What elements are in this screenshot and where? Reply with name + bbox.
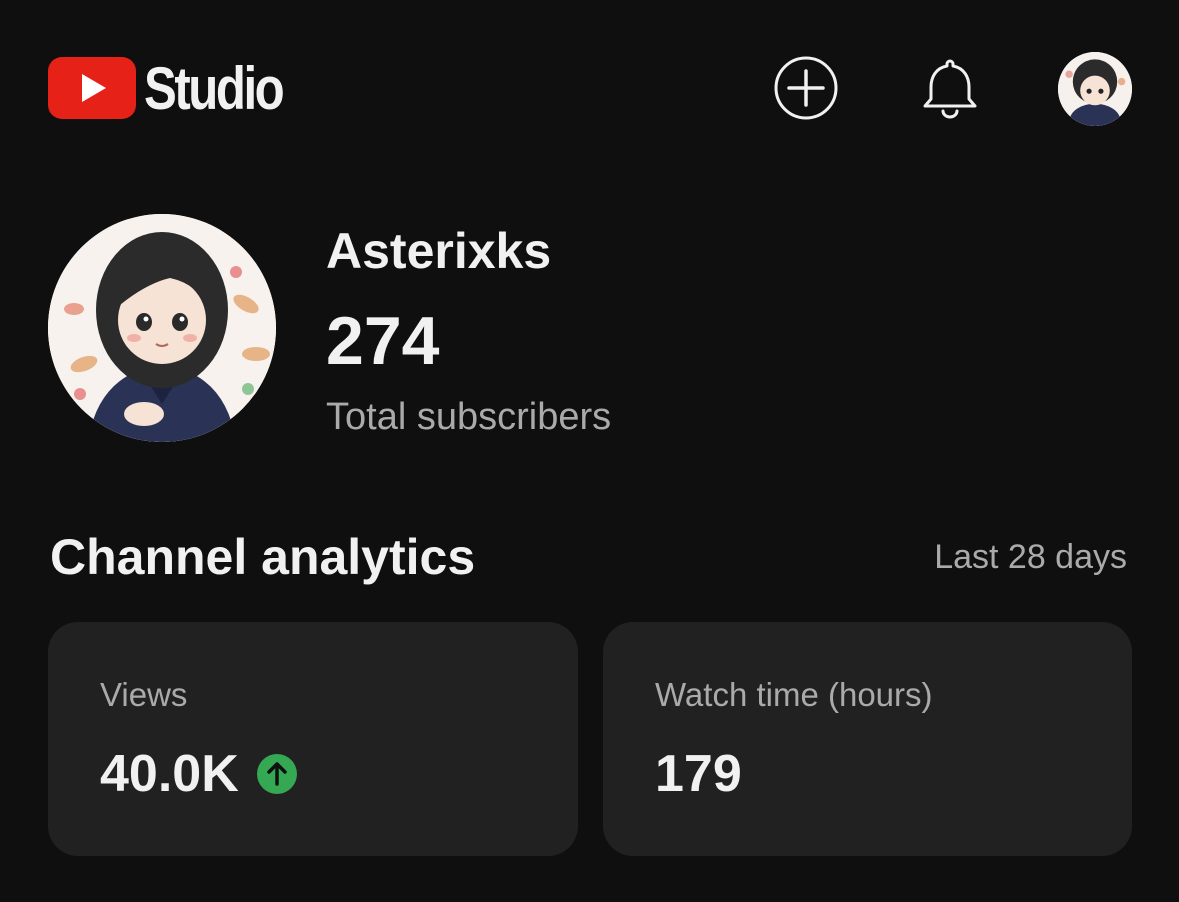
watch-time-value-row: 179	[655, 744, 742, 804]
bell-icon	[923, 59, 977, 119]
account-avatar-image	[1058, 52, 1132, 126]
logo-text: Studio	[144, 54, 285, 122]
notifications-button[interactable]	[916, 54, 984, 122]
views-value-row: 40.0K	[100, 744, 297, 804]
account-avatar-button[interactable]	[1058, 52, 1132, 126]
analytics-period: Last 28 days	[934, 538, 1127, 576]
studio-dashboard: Studio Asterixks 274 Total subscribers C…	[0, 0, 1179, 902]
top-app-bar: Studio	[0, 0, 1179, 180]
youtube-play-logo-icon	[48, 57, 136, 119]
youtube-studio-logo[interactable]: Studio	[48, 52, 313, 124]
watch-time-card[interactable]: Watch time (hours) 179	[603, 622, 1132, 856]
views-card[interactable]: Views 40.0K	[48, 622, 578, 856]
channel-avatar[interactable]	[48, 214, 276, 442]
create-plus-icon	[774, 56, 838, 120]
analytics-title: Channel analytics	[50, 529, 476, 585]
channel-avatar-image	[48, 214, 276, 442]
views-value: 40.0K	[100, 745, 239, 803]
channel-name: Asterixks	[326, 223, 552, 279]
trend-up-arrow-icon	[256, 754, 297, 794]
views-label: Views	[100, 676, 188, 713]
watch-time-value: 179	[655, 745, 742, 803]
watch-time-label: Watch time (hours)	[655, 676, 933, 713]
subscriber-count: 274	[326, 303, 440, 379]
subscriber-label: Total subscribers	[326, 396, 612, 438]
create-button[interactable]	[772, 54, 840, 122]
